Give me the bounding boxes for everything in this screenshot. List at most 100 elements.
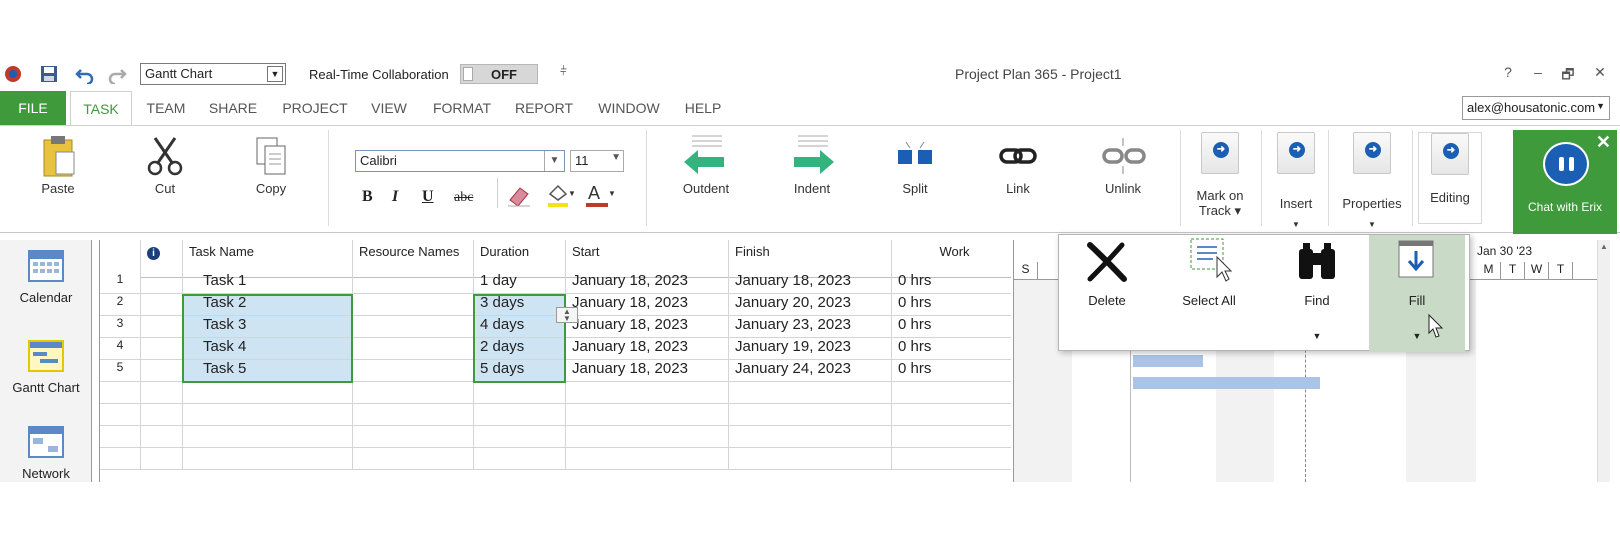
work-cell[interactable]: 0 hrs [892, 294, 1011, 316]
resource-names-cell[interactable] [353, 294, 474, 316]
row-number[interactable]: 3 [100, 316, 141, 338]
menu-project[interactable]: PROJECT [275, 91, 355, 125]
gantt-task-bar[interactable] [1133, 355, 1203, 367]
duration-cell[interactable] [474, 404, 566, 426]
resource-names-cell[interactable] [353, 404, 474, 426]
finish-cell[interactable]: January 23, 2023 [729, 316, 892, 338]
work-cell[interactable] [892, 448, 1011, 470]
delete-button[interactable]: Delete [1059, 235, 1155, 352]
chevron-down-icon[interactable]: ▼ [267, 66, 283, 82]
font-size-select[interactable]: 11 ▼ [570, 150, 624, 172]
row-number[interactable] [100, 426, 141, 448]
menu-window[interactable]: WINDOW [592, 91, 666, 125]
close-icon[interactable]: ✕ [1596, 132, 1611, 153]
duration-cell[interactable]: 1 day [474, 272, 566, 294]
work-cell[interactable]: 0 hrs [892, 338, 1011, 360]
realtime-collab-toggle[interactable]: OFF [460, 64, 538, 84]
restore-button[interactable]: 🗗 [1558, 64, 1578, 88]
start-cell[interactable] [566, 382, 729, 404]
info-cell[interactable] [141, 382, 183, 404]
finish-cell[interactable] [729, 382, 892, 404]
finish-cell[interactable]: January 24, 2023 [729, 360, 892, 382]
start-cell[interactable]: January 18, 2023 [566, 338, 729, 360]
start-cell[interactable] [566, 448, 729, 470]
view-network[interactable]: Network [0, 426, 91, 481]
duration-cell[interactable] [474, 448, 566, 470]
start-cell[interactable] [566, 426, 729, 448]
gantt-scrollbar[interactable]: ▲ [1597, 240, 1610, 482]
chat-with-erix-button[interactable]: Chat with Erix ✕ [1513, 130, 1617, 234]
quick-access-more-icon[interactable]: ⫩ [560, 64, 567, 79]
chevron-down-icon[interactable]: ▼ [1369, 331, 1465, 341]
unlink-button[interactable]: Unlink [1090, 132, 1156, 196]
info-cell[interactable] [141, 316, 183, 338]
info-cell[interactable] [141, 294, 183, 316]
row-number[interactable]: 2 [100, 294, 141, 316]
resource-names-cell[interactable] [353, 382, 474, 404]
scroll-up-icon[interactable]: ▲ [1600, 242, 1608, 251]
start-cell[interactable]: January 18, 2023 [566, 360, 729, 382]
info-cell[interactable] [141, 272, 183, 294]
chevron-down-icon[interactable]: ▼ [1269, 331, 1365, 341]
link-button[interactable]: Link [988, 132, 1048, 196]
duration-cell[interactable]: 2 days [474, 338, 566, 360]
paste-button[interactable]: Paste [30, 134, 86, 196]
start-cell[interactable]: January 18, 2023 [566, 272, 729, 294]
work-cell[interactable]: 0 hrs [892, 272, 1011, 294]
menu-team[interactable]: TEAM [138, 91, 194, 125]
finish-cell[interactable]: January 20, 2023 [729, 294, 892, 316]
work-cell[interactable] [892, 426, 1011, 448]
task-name-cell[interactable] [183, 426, 353, 448]
fill-button[interactable]: Fill ▼ [1369, 235, 1465, 352]
underline-button[interactable]: U [422, 188, 434, 206]
resource-names-cell[interactable] [353, 360, 474, 382]
info-cell[interactable] [141, 360, 183, 382]
task-name-cell[interactable] [183, 448, 353, 470]
menu-format[interactable]: FORMAT [428, 91, 496, 125]
finish-cell[interactable]: January 19, 2023 [729, 338, 892, 360]
task-name-cell[interactable]: Task 1 [183, 272, 353, 294]
resource-names-cell[interactable] [353, 448, 474, 470]
help-button[interactable]: ? [1498, 64, 1518, 80]
resource-names-cell[interactable] [353, 272, 474, 294]
editing-button[interactable]: ➜ Editing [1418, 132, 1482, 224]
task-name-cell[interactable]: Task 3 [183, 316, 353, 338]
finish-cell[interactable] [729, 404, 892, 426]
gantt-task-bar[interactable] [1133, 377, 1320, 389]
task-name-cell[interactable]: Task 4 [183, 338, 353, 360]
menu-help[interactable]: HELP [678, 91, 728, 125]
duration-cell[interactable]: 4 days [474, 316, 566, 338]
view-gantt[interactable]: Gantt Chart [0, 340, 91, 395]
minimize-button[interactable]: – [1528, 64, 1548, 80]
task-name-cell[interactable]: Task 5 [183, 360, 353, 382]
copy-button[interactable]: Copy [244, 134, 298, 196]
select-all-button[interactable]: Select All [1161, 235, 1257, 352]
menu-report[interactable]: REPORT [510, 91, 578, 125]
duration-cell[interactable] [474, 426, 566, 448]
start-cell[interactable]: January 18, 2023 [566, 316, 729, 338]
finish-cell[interactable] [729, 448, 892, 470]
resource-names-cell[interactable] [353, 316, 474, 338]
strikethrough-button[interactable]: abc [454, 190, 473, 206]
outdent-button[interactable]: Outdent [670, 132, 742, 196]
account-selector[interactable]: alex@housatonic.com ▼ [1462, 96, 1610, 120]
task-name-cell[interactable] [183, 382, 353, 404]
row-number[interactable] [100, 382, 141, 404]
duration-cell[interactable]: 3 days [474, 294, 566, 316]
task-name-cell[interactable]: Task 2 [183, 294, 353, 316]
row-number[interactable]: 5 [100, 360, 141, 382]
work-cell[interactable]: 0 hrs [892, 360, 1011, 382]
split-button[interactable]: Split [882, 132, 948, 196]
menu-task[interactable]: TASK [70, 91, 132, 125]
undo-icon[interactable] [74, 63, 96, 85]
work-cell[interactable] [892, 382, 1011, 404]
row-number[interactable] [100, 404, 141, 426]
menu-view[interactable]: VIEW [364, 91, 414, 125]
task-name-cell[interactable] [183, 404, 353, 426]
save-icon[interactable] [38, 63, 60, 85]
finish-cell[interactable]: January 18, 2023 [729, 272, 892, 294]
indent-button[interactable]: Indent [776, 132, 848, 196]
bold-button[interactable]: B [362, 188, 373, 206]
duration-cell[interactable]: 5 days [474, 360, 566, 382]
font-family-select[interactable]: Calibri ▼ [355, 150, 565, 172]
